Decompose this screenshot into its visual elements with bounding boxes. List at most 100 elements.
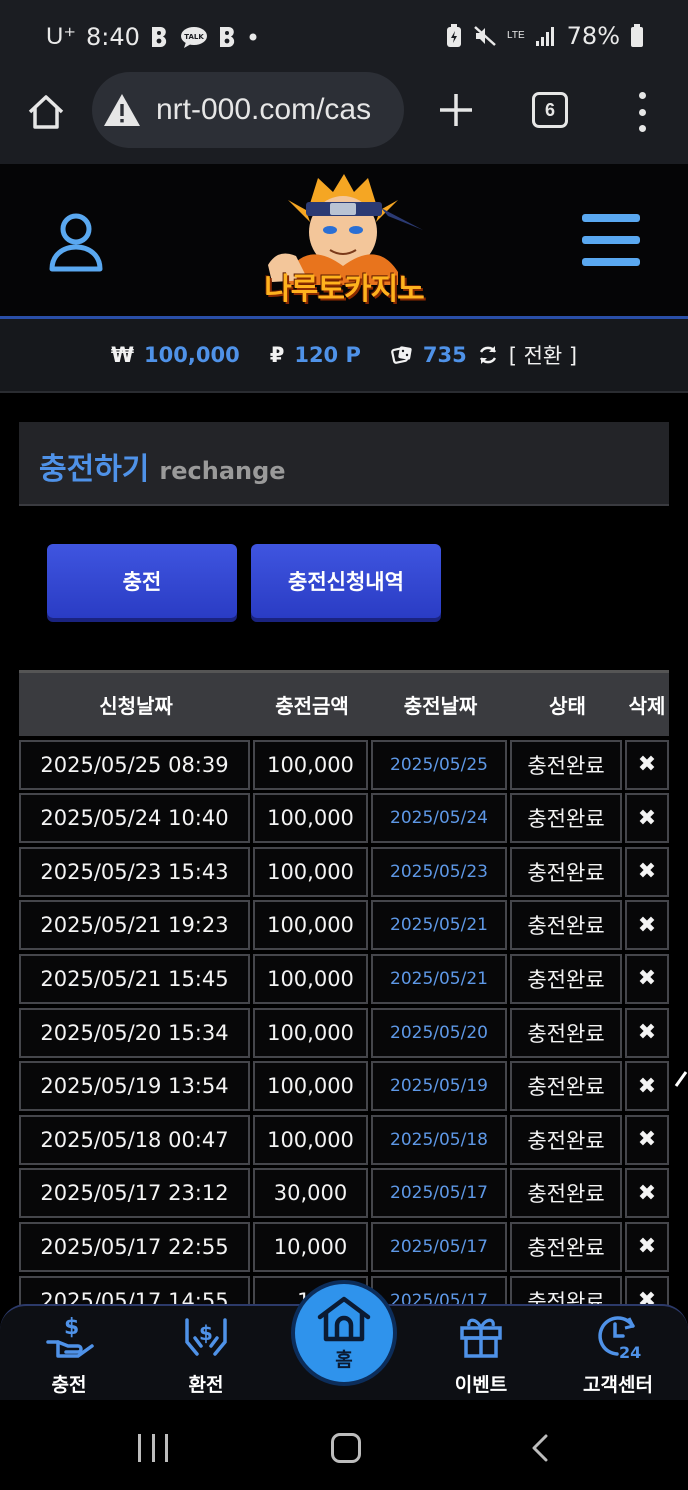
- amount-cell: 100,000: [253, 846, 368, 897]
- nav-home-label: 홈: [335, 1348, 353, 1371]
- table-row: 2025/05/21 15:45 100,000 2025/05/21 충전완료 ✖: [19, 953, 669, 1004]
- delete-button[interactable]: ✖: [625, 793, 669, 844]
- nav-support-label: 고객센터: [583, 1374, 653, 1396]
- page-title-ko: 충전하기: [39, 452, 150, 487]
- recents-button[interactable]: [138, 1434, 168, 1462]
- header-delete: 삭제: [628, 694, 666, 718]
- table-row: 2025/05/19 13:54 100,000 2025/05/19 충전완료 ✖: [19, 1061, 669, 1112]
- delete-button[interactable]: ✖: [625, 1114, 669, 1165]
- b-icon: [150, 26, 170, 48]
- table-row: 2025/05/18 00:47 100,000 2025/05/18 충전완료 ✖: [19, 1114, 669, 1165]
- browser-toolbar: nrt-000.com/cas 6: [0, 72, 688, 164]
- charge-button[interactable]: 충전: [47, 544, 237, 618]
- new-tab-button[interactable]: [436, 90, 476, 130]
- tab-switcher-button[interactable]: 6: [532, 92, 568, 128]
- table-row: 2025/05/24 10:40 100,000 2025/05/24 충전완료 ✖: [19, 793, 669, 844]
- table-row: 2025/05/20 15:34 100,000 2025/05/20 충전완료 ✖: [19, 1007, 669, 1058]
- request-date-cell: 2025/05/21 15:45: [19, 953, 250, 1004]
- request-date-cell: 2025/05/17 23:12: [19, 1168, 250, 1219]
- status-cell: 충전완료: [510, 1114, 622, 1165]
- status-cell: 충전완료: [510, 900, 622, 951]
- talk-text: TALK: [184, 33, 204, 41]
- table-row: 2025/05/23 15:43 100,000 2025/05/23 충전완료 ✖: [19, 846, 669, 897]
- amount-cell: 30,000: [253, 1168, 368, 1219]
- hamburger-bar: [582, 258, 640, 266]
- balance-bar: ₩ 100,000 ₽ 120 P 735 [ 전환 ]: [0, 319, 688, 393]
- dot-icon: [248, 32, 258, 42]
- header-charge-date: 충전날짜: [403, 694, 478, 718]
- won-icon: ₩: [110, 343, 135, 367]
- support-badge: 24: [619, 1343, 641, 1360]
- logo-text: 나루토카지노: [264, 272, 425, 307]
- charge-history-button[interactable]: 충전신청내역: [251, 544, 441, 618]
- delete-button[interactable]: ✖: [625, 1221, 669, 1272]
- warning-icon[interactable]: [102, 92, 142, 128]
- status-cell: 충전완료: [510, 1168, 622, 1219]
- dot-icon: [638, 108, 646, 116]
- svg-text:$: $: [64, 1315, 79, 1340]
- status-cell: 충전완료: [510, 739, 622, 790]
- browser-menu-button[interactable]: [634, 92, 650, 132]
- request-date-cell: 2025/05/20 15:34: [19, 1007, 250, 1058]
- charge-date-cell: 2025/05/25: [371, 739, 507, 790]
- status-cell: 충전완료: [510, 1221, 622, 1272]
- amount-cell: 100,000: [253, 953, 368, 1004]
- header-status: 상태: [549, 694, 586, 718]
- table-body: 2025/05/25 08:39 100,000 2025/05/25 충전완료 ✖ 20…: [19, 739, 669, 1326]
- b-icon: [218, 26, 238, 48]
- delete-button[interactable]: ✖: [625, 900, 669, 951]
- nav-charge[interactable]: $ 충전: [19, 1312, 119, 1397]
- scroll-indicator-icon: [674, 1071, 688, 1087]
- carrier-label: U⁺: [46, 23, 76, 50]
- request-date-cell: 2025/05/24 10:40: [19, 793, 250, 844]
- battery-icon: [630, 24, 644, 48]
- delete-button[interactable]: ✖: [625, 739, 669, 790]
- header-amount: 충전금액: [275, 694, 349, 718]
- status-cell: 충전완료: [510, 1061, 622, 1112]
- home-icon: [317, 1296, 371, 1341]
- charge-date-cell: 2025/05/20: [371, 1007, 507, 1058]
- request-date-cell: 2025/05/25 08:39: [19, 739, 250, 790]
- amount-cell: 10,000: [253, 1221, 368, 1272]
- site-logo[interactable]: 나루토카지노: [248, 170, 440, 312]
- amount-cell: 100,000: [253, 1007, 368, 1058]
- nav-home-button[interactable]: 홈: [291, 1280, 397, 1386]
- refresh-icon[interactable]: [477, 344, 499, 366]
- switch-button[interactable]: [ 전환 ]: [509, 340, 577, 370]
- menu-button[interactable]: [582, 214, 640, 266]
- dot-icon: [638, 92, 646, 99]
- lte-label: LTE: [507, 30, 525, 41]
- delete-button[interactable]: ✖: [625, 846, 669, 897]
- url-text[interactable]: nrt-000.com/cas: [156, 93, 371, 127]
- table-row: 2025/05/21 19:23 100,000 2025/05/21 충전완료 ✖: [19, 900, 669, 951]
- amount-cell: 100,000: [253, 1061, 368, 1112]
- nav-support[interactable]: 24 고객센터: [568, 1312, 668, 1397]
- back-icon[interactable]: [528, 1434, 552, 1462]
- mute-icon: [473, 24, 497, 48]
- site-header: 나루토카지노: [0, 164, 688, 319]
- hamburger-bar: [582, 236, 640, 244]
- delete-button[interactable]: ✖: [625, 1061, 669, 1112]
- request-date-cell: 2025/05/23 15:43: [19, 846, 250, 897]
- status-cell: 충전완료: [510, 1007, 622, 1058]
- chip-balance: 735: [422, 343, 467, 367]
- browser-home-button[interactable]: [26, 92, 66, 132]
- nav-exchange[interactable]: $ 환전: [156, 1312, 256, 1397]
- table-row: 2025/05/25 08:39 100,000 2025/05/25 충전완료 ✖: [19, 739, 669, 790]
- clock: 8:40: [86, 22, 140, 51]
- charge-date-cell: 2025/05/18: [371, 1114, 507, 1165]
- request-date-cell: 2025/05/19 13:54: [19, 1061, 250, 1112]
- system-nav-bar: [0, 1400, 688, 1490]
- amount-cell: 100,000: [253, 793, 368, 844]
- nav-event[interactable]: 이벤트: [431, 1312, 531, 1397]
- system-home-button[interactable]: [331, 1433, 361, 1463]
- delete-button[interactable]: ✖: [625, 1007, 669, 1058]
- table-row: 2025/05/17 23:12 30,000 2025/05/17 충전완료 ✖: [19, 1168, 669, 1219]
- amount-cell: 100,000: [253, 739, 368, 790]
- user-button[interactable]: [48, 212, 104, 272]
- battery-percent: 78%: [566, 22, 620, 50]
- delete-button[interactable]: ✖: [625, 1168, 669, 1219]
- delete-button[interactable]: ✖: [625, 953, 669, 1004]
- address-bar[interactable]: nrt-000.com/cas: [92, 72, 404, 148]
- charge-date-cell: 2025/05/17: [371, 1221, 507, 1272]
